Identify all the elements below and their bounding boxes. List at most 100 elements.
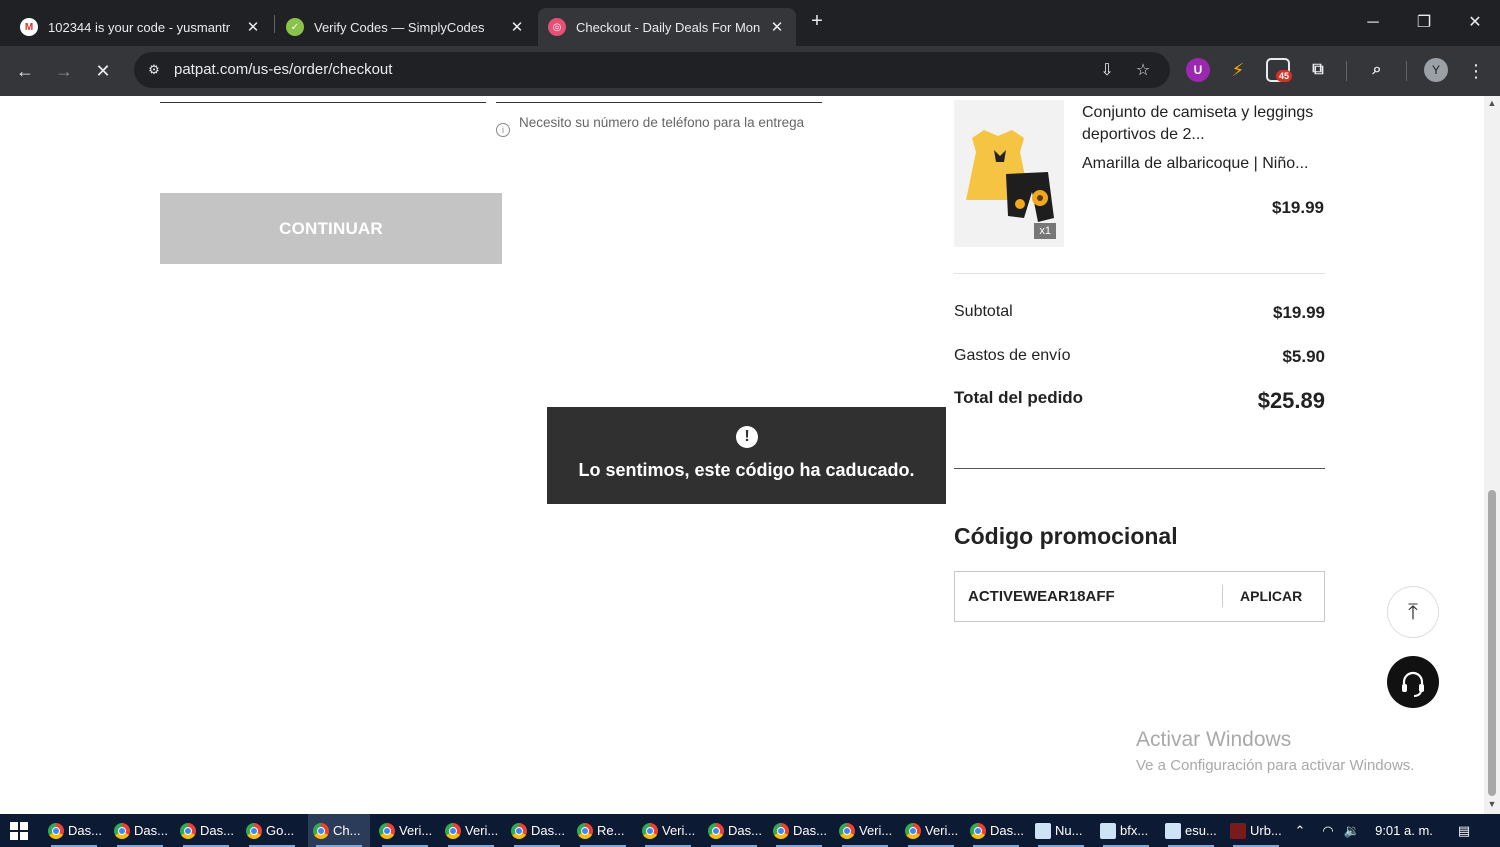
taskbar-app-label: Veri...	[399, 823, 433, 838]
taskbar-app-17[interactable]: esu...	[1160, 814, 1222, 847]
taskbar-app-4[interactable]: Ch...	[308, 814, 370, 847]
apply-button[interactable]: APLICAR	[1240, 588, 1302, 604]
customer-support-button[interactable]	[1387, 656, 1439, 708]
url-text[interactable]: patpat.com/us-es/order/checkout	[174, 61, 392, 78]
address-bar[interactable]: ⚙ patpat.com/us-es/order/checkout ⇩ ☆	[134, 52, 1170, 88]
taskbar-app-14[interactable]: Das...	[965, 814, 1027, 847]
chrome-icon	[708, 822, 724, 839]
taskbar-app-6[interactable]: Veri...	[440, 814, 502, 847]
taskbar-app-5[interactable]: Veri...	[374, 814, 436, 847]
simplycodes-icon: ✓	[286, 18, 304, 36]
chrome-icon	[970, 822, 986, 839]
forward-arrow-icon[interactable]: →	[50, 57, 78, 85]
taskbar-app-11[interactable]: Das...	[768, 814, 830, 847]
tab-gmail[interactable]: M 102344 is your code - yusmantr ✕	[10, 8, 272, 46]
taskbar-app-0[interactable]: Das...	[43, 814, 105, 847]
phone-field-underline[interactable]	[496, 102, 822, 103]
taskbar-app-label: Re...	[597, 823, 625, 838]
chrome-icon	[905, 822, 921, 839]
extension-counter-icon[interactable]: 45	[1266, 58, 1293, 82]
promo-title: Código promocional	[954, 523, 1178, 549]
minimize-icon[interactable]: ─	[1350, 8, 1396, 38]
install-app-icon[interactable]: ⇩	[1096, 60, 1118, 82]
notepad-icon	[1100, 822, 1116, 839]
taskbar-app-label: bfx...	[1120, 823, 1149, 838]
taskbar-app-label: Nu...	[1055, 823, 1083, 838]
taskbar-app-10[interactable]: Das...	[703, 814, 765, 847]
page-scrollbar[interactable]: ▲ ▼	[1484, 96, 1500, 814]
chrome-icon	[48, 822, 64, 839]
lightning-extension-icon[interactable]: ⚡	[1226, 58, 1250, 82]
shipping-label: Gastos de envío	[954, 347, 1071, 364]
bookmark-star-icon[interactable]: ☆	[1132, 60, 1154, 82]
shipping-row: Gastos de envío $5.90	[954, 347, 1325, 367]
wifi-icon[interactable]: ◠	[1318, 814, 1338, 847]
volume-icon[interactable]: 🔉	[1342, 814, 1362, 847]
taskbar-app-13[interactable]: Veri...	[900, 814, 962, 847]
taskbar-app-8[interactable]: Re...	[572, 814, 634, 847]
promo-separator	[1222, 585, 1223, 607]
restore-icon[interactable]: ❐	[1401, 8, 1447, 38]
taskbar-app-16[interactable]: bfx...	[1095, 814, 1157, 847]
product-price: $19.99	[1272, 198, 1324, 217]
alert-icon: !	[736, 426, 758, 448]
windows-activation-title: Activar Windows	[1136, 728, 1292, 751]
scroll-down-arrow-icon[interactable]: ▼	[1487, 799, 1497, 809]
taskbar-app-label: Veri...	[662, 823, 696, 838]
error-toast: ! Lo sentimos, este código ha caducado.	[547, 407, 946, 504]
scroll-up-arrow-icon[interactable]: ▲	[1487, 98, 1497, 108]
total-label: Total del pedido	[954, 388, 1084, 407]
profile-avatar[interactable]: Y	[1424, 58, 1448, 82]
close-tab-icon[interactable]: ✕	[768, 18, 786, 36]
taskbar-app-7[interactable]: Das...	[506, 814, 568, 847]
scrollbar-thumb[interactable]	[1488, 490, 1496, 796]
browser-toolbar: ← → ✕ ⚙ patpat.com/us-es/order/checkout …	[0, 46, 1500, 96]
taskbar-app-3[interactable]: Go...	[241, 814, 303, 847]
summary-divider	[954, 273, 1325, 274]
taskbar-app-label: Ch...	[333, 823, 361, 838]
close-tab-icon[interactable]: ✕	[244, 18, 262, 36]
search-tab-icon[interactable]: ⌕	[1365, 58, 1389, 82]
promo-divider	[954, 468, 1325, 469]
new-tab-icon[interactable]: +	[806, 10, 828, 32]
taskbar-app-label: Das...	[200, 823, 234, 838]
promo-code-input[interactable]: ACTIVEWEAR18AFF	[968, 588, 1115, 605]
tab-checkout[interactable]: ◎ Checkout - Daily Deals For Mon ✕	[538, 8, 796, 46]
windows-start-icon[interactable]	[10, 822, 28, 840]
product-image[interactable]: x1	[954, 100, 1064, 247]
taskbar-app-12[interactable]: Veri...	[834, 814, 896, 847]
checkout-page: i Necesito su número de teléfono para la…	[0, 96, 1484, 814]
product-title[interactable]: Conjunto de camiseta y leggings deportiv…	[1082, 102, 1322, 146]
continue-button[interactable]: CONTINUAR	[160, 193, 502, 264]
taskbar-app-label: Go...	[266, 823, 295, 838]
chrome-icon	[246, 822, 262, 839]
notifications-icon[interactable]: ▤	[1452, 814, 1476, 847]
promo-code-field[interactable]: ACTIVEWEAR18AFF APLICAR	[954, 571, 1325, 622]
taskbar-app-label: esu...	[1185, 823, 1217, 838]
clock[interactable]: 9:01 a. m.	[1368, 814, 1440, 847]
extension-badge: 45	[1276, 70, 1293, 82]
tab-simplycodes[interactable]: ✓ Verify Codes — SimplyCodes ✕	[276, 8, 536, 46]
taskbar-app-2[interactable]: Das...	[175, 814, 237, 847]
tab-title: 102344 is your code - yusmantr	[48, 19, 231, 35]
tray-chevron-icon[interactable]: ⌃	[1290, 814, 1310, 847]
taskbar-app-15[interactable]: Nu...	[1030, 814, 1092, 847]
close-tab-icon[interactable]: ✕	[508, 18, 526, 36]
close-window-icon[interactable]: ✕	[1452, 8, 1498, 38]
taskbar-app-label: Veri...	[465, 823, 499, 838]
taskbar-app-1[interactable]: Das...	[109, 814, 171, 847]
scroll-to-top-icon[interactable]: ⤒	[1387, 586, 1439, 638]
quantity-badge: x1	[1034, 223, 1056, 239]
stop-loading-icon[interactable]: ✕	[89, 57, 117, 85]
name-field-underline[interactable]	[160, 102, 486, 103]
app-icon	[1230, 822, 1246, 839]
subtotal-row: Subtotal $19.99	[954, 303, 1325, 323]
taskbar-app-9[interactable]: Veri...	[637, 814, 699, 847]
extensions-puzzle-icon[interactable]: ⧉	[1306, 58, 1330, 82]
taskbar-app-18[interactable]: Urb...	[1225, 814, 1287, 847]
site-info-icon[interactable]: ⚙	[144, 60, 164, 80]
ublock-extension-icon[interactable]: U	[1186, 58, 1210, 82]
back-arrow-icon[interactable]: ←	[11, 57, 39, 85]
menu-kebab-icon[interactable]: ⋮	[1462, 57, 1490, 85]
phone-hint-text: Necesito su número de teléfono para la e…	[519, 115, 805, 130]
